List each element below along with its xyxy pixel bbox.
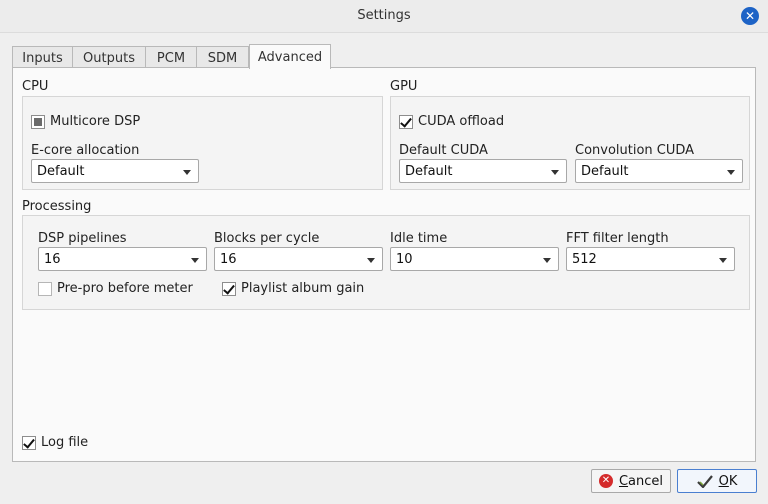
cancel-icon: ✕ [598,474,613,488]
blocks-per-cycle-value: 16 [220,252,237,267]
cancel-label: Cancel [618,473,664,489]
cpu-group: Multicore DSP E-core allocation Default [22,96,383,190]
gpu-heading: GPU [390,79,418,94]
playlist-album-gain-checkbox[interactable] [222,282,236,296]
default-cuda-label: Default CUDA [399,143,488,158]
title-bar: Settings ✕ [0,0,768,33]
prepro-before-meter-checkbox[interactable] [38,282,52,296]
playlist-album-gain-label: Playlist album gain [241,281,365,296]
window-title: Settings [357,8,411,23]
tab-advanced[interactable]: Advanced [249,44,331,69]
convolution-cuda-label: Convolution CUDA [575,143,695,158]
ecore-allocation-value: Default [37,164,85,179]
ok-icon [696,475,713,488]
chevron-down-icon [191,258,199,263]
processing-heading: Processing [22,199,92,214]
fft-filter-length-label: FFT filter length [566,231,669,246]
chevron-down-icon [367,258,375,263]
cancel-button[interactable]: ✕ Cancel [591,469,671,493]
gpu-group: CUDA offload Default CUDA Default Convol… [390,96,750,190]
dsp-pipelines-select[interactable]: 16 [38,247,207,271]
chevron-down-icon [727,170,735,175]
dsp-pipelines-value: 16 [44,252,61,267]
ok-label: OK [718,473,738,489]
tab-sdm[interactable]: SDM [196,46,249,69]
blocks-per-cycle-select[interactable]: 16 [214,247,383,271]
ok-button[interactable]: OK [677,469,757,493]
tab-inputs[interactable]: Inputs [12,46,73,69]
cuda-offload-checkbox[interactable] [399,115,413,129]
tab-outputs[interactable]: Outputs [72,46,146,69]
advanced-tab-panel: CPU Multicore DSP E-core allocation Defa… [12,67,756,462]
convolution-cuda-select[interactable]: Default [575,159,743,183]
chevron-down-icon [183,170,191,175]
blocks-per-cycle-label: Blocks per cycle [214,231,320,246]
default-cuda-value: Default [405,164,453,179]
default-cuda-select[interactable]: Default [399,159,567,183]
idle-time-value: 10 [396,252,413,267]
tab-pcm[interactable]: PCM [145,46,197,69]
prepro-before-meter-label: Pre-pro before meter [57,281,193,296]
chevron-down-icon [719,258,727,263]
close-button[interactable]: ✕ [741,7,759,25]
cpu-heading: CPU [22,79,49,94]
fft-filter-length-select[interactable]: 512 [566,247,735,271]
processing-group: DSP pipelines 16 Blocks per cycle 16 Idl… [22,215,750,310]
multicore-dsp-checkbox[interactable] [31,115,45,129]
fft-filter-length-value: 512 [572,252,597,267]
chevron-down-icon [543,258,551,263]
log-file-label: Log file [41,435,89,450]
idle-time-select[interactable]: 10 [390,247,559,271]
multicore-dsp-label: Multicore DSP [50,114,141,129]
idle-time-label: Idle time [390,231,448,246]
dsp-pipelines-label: DSP pipelines [38,231,127,246]
convolution-cuda-value: Default [581,164,629,179]
close-icon: ✕ [744,9,756,23]
ecore-allocation-select[interactable]: Default [31,159,199,183]
ecore-allocation-label: E-core allocation [31,143,140,158]
chevron-down-icon [551,170,559,175]
log-file-checkbox[interactable] [22,436,36,450]
cuda-offload-label: CUDA offload [418,114,505,129]
